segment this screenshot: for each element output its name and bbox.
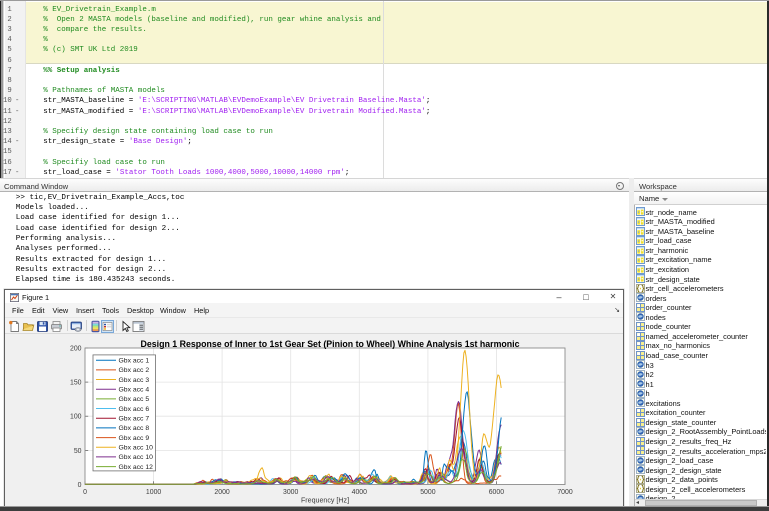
svg-text:2000: 2000 (214, 489, 229, 496)
svg-text:4000: 4000 (352, 489, 367, 496)
svg-text:50: 50 (74, 447, 82, 454)
svg-text:150: 150 (70, 379, 82, 386)
svg-text:Gbx acc 6: Gbx acc 6 (119, 405, 150, 412)
svg-text:200: 200 (70, 345, 82, 352)
svg-text:7000: 7000 (557, 489, 572, 496)
svg-text:Gbx acc 4: Gbx acc 4 (119, 386, 150, 393)
svg-text:0: 0 (78, 482, 82, 489)
svg-text:0: 0 (83, 489, 87, 496)
svg-text:Gbx acc 10: Gbx acc 10 (119, 454, 154, 461)
svg-text:Gbx acc 12: Gbx acc 12 (119, 464, 154, 471)
svg-text:1000: 1000 (146, 489, 161, 496)
svg-text:Gbx acc 3: Gbx acc 3 (119, 376, 150, 383)
svg-text:Gbx acc 7: Gbx acc 7 (119, 415, 150, 422)
svg-text:3000: 3000 (283, 489, 298, 496)
svg-text:6000: 6000 (489, 489, 504, 496)
svg-text:Gbx acc 5: Gbx acc 5 (119, 396, 150, 403)
svg-text:Gbx acc 8: Gbx acc 8 (119, 425, 150, 432)
svg-text:5000: 5000 (420, 489, 435, 496)
svg-text:Gbx acc 10: Gbx acc 10 (119, 444, 154, 451)
svg-text:100: 100 (70, 413, 82, 420)
svg-text:Design 1 Response of Inner to: Design 1 Response of Inner to 1st Gear S… (141, 338, 520, 348)
svg-text:Gbx acc 9: Gbx acc 9 (119, 435, 150, 442)
svg-text:Gbx acc 1: Gbx acc 1 (119, 357, 150, 364)
svg-text:Gbx acc 2: Gbx acc 2 (119, 367, 150, 374)
svg-text:Frequency [Hz]: Frequency [Hz] (301, 496, 349, 504)
